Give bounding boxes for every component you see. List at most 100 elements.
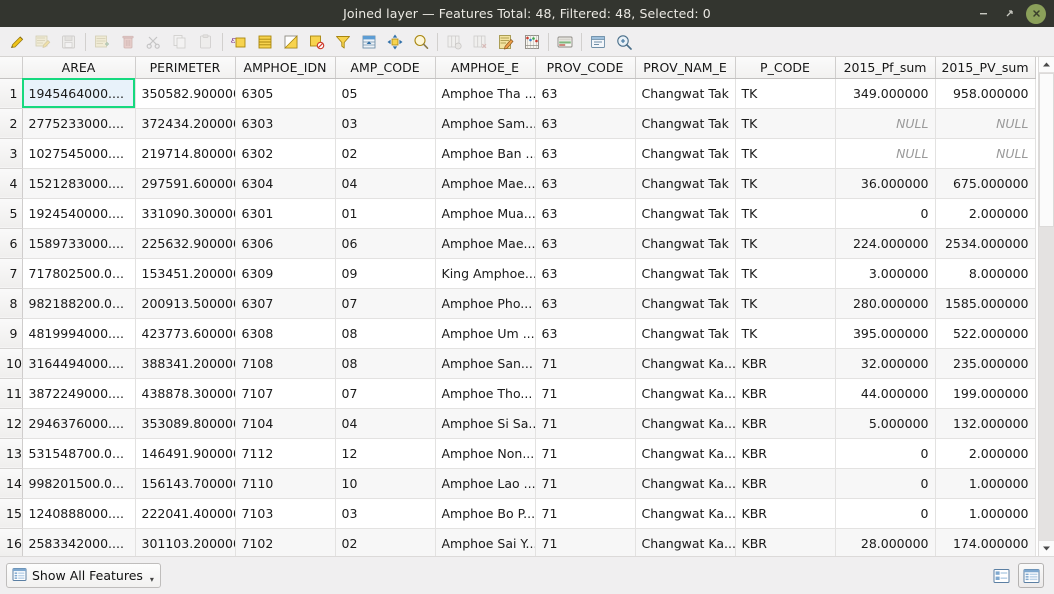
form-view-search-icon[interactable] bbox=[611, 29, 637, 55]
cell-amphoe_e[interactable]: Amphoe Lao ... bbox=[435, 468, 536, 499]
cell-2015_pv_sum[interactable]: 2.000000 bbox=[935, 198, 1036, 229]
column-header-area[interactable]: AREA bbox=[22, 57, 136, 79]
row-number[interactable]: 2 bbox=[0, 108, 23, 139]
table-row[interactable]: 16 2583342000.... 301103.200000 7102 02 Ampho… bbox=[0, 528, 1036, 556]
cell-perimeter[interactable]: 225632.900000 bbox=[135, 228, 236, 259]
cell-2015_pv_sum[interactable]: 1585.000000 bbox=[935, 288, 1036, 319]
minimize-button[interactable] bbox=[970, 3, 996, 25]
cell-prov_nam_e[interactable]: Changwat Tak bbox=[635, 168, 736, 199]
vertical-scrollbar[interactable] bbox=[1038, 57, 1054, 556]
cell-2015_pf_sum[interactable]: 36.000000 bbox=[835, 168, 936, 199]
cell-amphoe_idn[interactable]: 6303 bbox=[235, 108, 336, 139]
cell-amphoe_idn[interactable]: 7112 bbox=[235, 438, 336, 469]
cell-amphoe_e[interactable]: Amphoe Mae... bbox=[435, 168, 536, 199]
row-number[interactable]: 13 bbox=[0, 438, 23, 469]
cell-area[interactable]: 1589733000.... bbox=[22, 228, 136, 259]
cell-perimeter[interactable]: 388341.200000 bbox=[135, 348, 236, 379]
field-calculator-icon[interactable] bbox=[493, 29, 519, 55]
cell-perimeter[interactable]: 156143.700000 bbox=[135, 468, 236, 499]
cell-2015_pf_sum[interactable]: 0 bbox=[835, 198, 936, 229]
cell-amphoe_idn[interactable]: 6302 bbox=[235, 138, 336, 169]
cell-amp_code[interactable]: 12 bbox=[335, 438, 436, 469]
cell-prov_code[interactable]: 63 bbox=[535, 288, 636, 319]
cell-amp_code[interactable]: 07 bbox=[335, 288, 436, 319]
cell-amp_code[interactable]: 04 bbox=[335, 408, 436, 439]
row-number[interactable]: 10 bbox=[0, 348, 23, 379]
table-row[interactable]: 1 1945464000.... 350582.900000 6305 05 Amphoe… bbox=[0, 78, 1036, 109]
row-number[interactable]: 9 bbox=[0, 318, 23, 349]
cell-p_code[interactable]: KBR bbox=[735, 528, 836, 556]
cell-prov_nam_e[interactable]: Changwat Ka... bbox=[635, 378, 736, 409]
cell-area[interactable]: 3872249000.... bbox=[22, 378, 136, 409]
cell-amp_code[interactable]: 07 bbox=[335, 378, 436, 409]
cell-amp_code[interactable]: 10 bbox=[335, 468, 436, 499]
cell-amp_code[interactable]: 08 bbox=[335, 318, 436, 349]
filter-select-icon[interactable] bbox=[330, 29, 356, 55]
conditional-formatting-icon[interactable] bbox=[519, 29, 545, 55]
table-row[interactable]: 5 1924540000.... 331090.300000 6301 01 Amphoe… bbox=[0, 198, 1036, 229]
row-number[interactable]: 8 bbox=[0, 288, 23, 319]
column-header-perimeter[interactable]: PERIMETER bbox=[135, 57, 236, 79]
cell-prov_code[interactable]: 71 bbox=[535, 438, 636, 469]
cell-prov_code[interactable]: 63 bbox=[535, 168, 636, 199]
cell-perimeter[interactable]: 200913.500000 bbox=[135, 288, 236, 319]
cell-2015_pv_sum[interactable]: 1.000000 bbox=[935, 468, 1036, 499]
cell-prov_code[interactable]: 63 bbox=[535, 198, 636, 229]
cell-perimeter[interactable]: 297591.600000 bbox=[135, 168, 236, 199]
row-number[interactable]: 4 bbox=[0, 168, 23, 199]
reload-table-icon[interactable] bbox=[56, 29, 82, 55]
cell-prov_code[interactable]: 63 bbox=[535, 318, 636, 349]
cell-amphoe_idn[interactable]: 7102 bbox=[235, 528, 336, 556]
cell-area[interactable]: 2583342000.... bbox=[22, 528, 136, 556]
cell-p_code[interactable]: KBR bbox=[735, 348, 836, 379]
cell-p_code[interactable]: TK bbox=[735, 198, 836, 229]
column-header-amp_code[interactable]: AMP_CODE bbox=[335, 57, 436, 79]
column-header-prov_nam_e[interactable]: PROV_NAM_E bbox=[635, 57, 736, 79]
delete-field-icon[interactable] bbox=[467, 29, 493, 55]
actions-icon[interactable] bbox=[585, 29, 611, 55]
scroll-down-button[interactable] bbox=[1039, 540, 1054, 556]
row-number[interactable]: 7 bbox=[0, 258, 23, 289]
cell-area[interactable]: 531548700.0... bbox=[22, 438, 136, 469]
cell-prov_nam_e[interactable]: Changwat Ka... bbox=[635, 438, 736, 469]
cell-amphoe_e[interactable]: Amphoe Sam... bbox=[435, 108, 536, 139]
cell-amphoe_e[interactable]: Amphoe Bo P... bbox=[435, 498, 536, 529]
cell-amphoe_idn[interactable]: 7107 bbox=[235, 378, 336, 409]
select-all-icon[interactable] bbox=[252, 29, 278, 55]
table-row[interactable]: 15 1240888000.... 222041.400000 7103 03 Ampho… bbox=[0, 498, 1036, 529]
cell-prov_nam_e[interactable]: Changwat Tak bbox=[635, 288, 736, 319]
cell-perimeter[interactable]: 350582.900000 bbox=[135, 78, 236, 109]
toggle-editing-icon[interactable] bbox=[4, 29, 30, 55]
cell-prov_code[interactable]: 63 bbox=[535, 258, 636, 289]
cell-prov_nam_e[interactable]: Changwat Tak bbox=[635, 228, 736, 259]
cell-2015_pf_sum[interactable]: 28.000000 bbox=[835, 528, 936, 556]
cell-amphoe_idn[interactable]: 7103 bbox=[235, 498, 336, 529]
column-header-amphoe_e[interactable]: AMPHOE_E bbox=[435, 57, 536, 79]
attribute-grid[interactable]: AREA PERIMETER AMPHOE_IDN AMP_CODE AMPHOE_E P… bbox=[0, 57, 1038, 556]
row-number[interactable]: 3 bbox=[0, 138, 23, 169]
cell-2015_pf_sum[interactable]: 280.000000 bbox=[835, 288, 936, 319]
cell-amphoe_e[interactable]: Amphoe Non... bbox=[435, 438, 536, 469]
cell-perimeter[interactable]: 331090.300000 bbox=[135, 198, 236, 229]
cell-area[interactable]: 998201500.0... bbox=[22, 468, 136, 499]
cell-2015_pf_sum[interactable]: 3.000000 bbox=[835, 258, 936, 289]
cell-amp_code[interactable]: 03 bbox=[335, 498, 436, 529]
cell-area[interactable]: 1924540000.... bbox=[22, 198, 136, 229]
cell-area[interactable]: 2946376000.... bbox=[22, 408, 136, 439]
row-number[interactable]: 11 bbox=[0, 378, 23, 409]
cell-2015_pf_sum[interactable]: 0 bbox=[835, 498, 936, 529]
cell-perimeter[interactable]: 153451.200000 bbox=[135, 258, 236, 289]
scrollbar-track[interactable] bbox=[1039, 73, 1054, 540]
cell-area[interactable]: 3164494000.... bbox=[22, 348, 136, 379]
select-all-corner[interactable] bbox=[0, 57, 23, 79]
cell-amphoe_e[interactable]: Amphoe Si Sa... bbox=[435, 408, 536, 439]
move-selection-to-top-icon[interactable] bbox=[356, 29, 382, 55]
cell-prov_nam_e[interactable]: Changwat Ka... bbox=[635, 528, 736, 556]
cell-amphoe_idn[interactable]: 6307 bbox=[235, 288, 336, 319]
cell-2015_pf_sum[interactable]: 5.000000 bbox=[835, 408, 936, 439]
table-row[interactable]: 8 982188200.0... 200913.500000 6307 07 Amphoe… bbox=[0, 288, 1036, 319]
cell-amp_code[interactable]: 01 bbox=[335, 198, 436, 229]
row-number[interactable]: 6 bbox=[0, 228, 23, 259]
cell-amp_code[interactable]: 09 bbox=[335, 258, 436, 289]
table-row[interactable]: 6 1589733000.... 225632.900000 6306 06 Amphoe… bbox=[0, 228, 1036, 259]
